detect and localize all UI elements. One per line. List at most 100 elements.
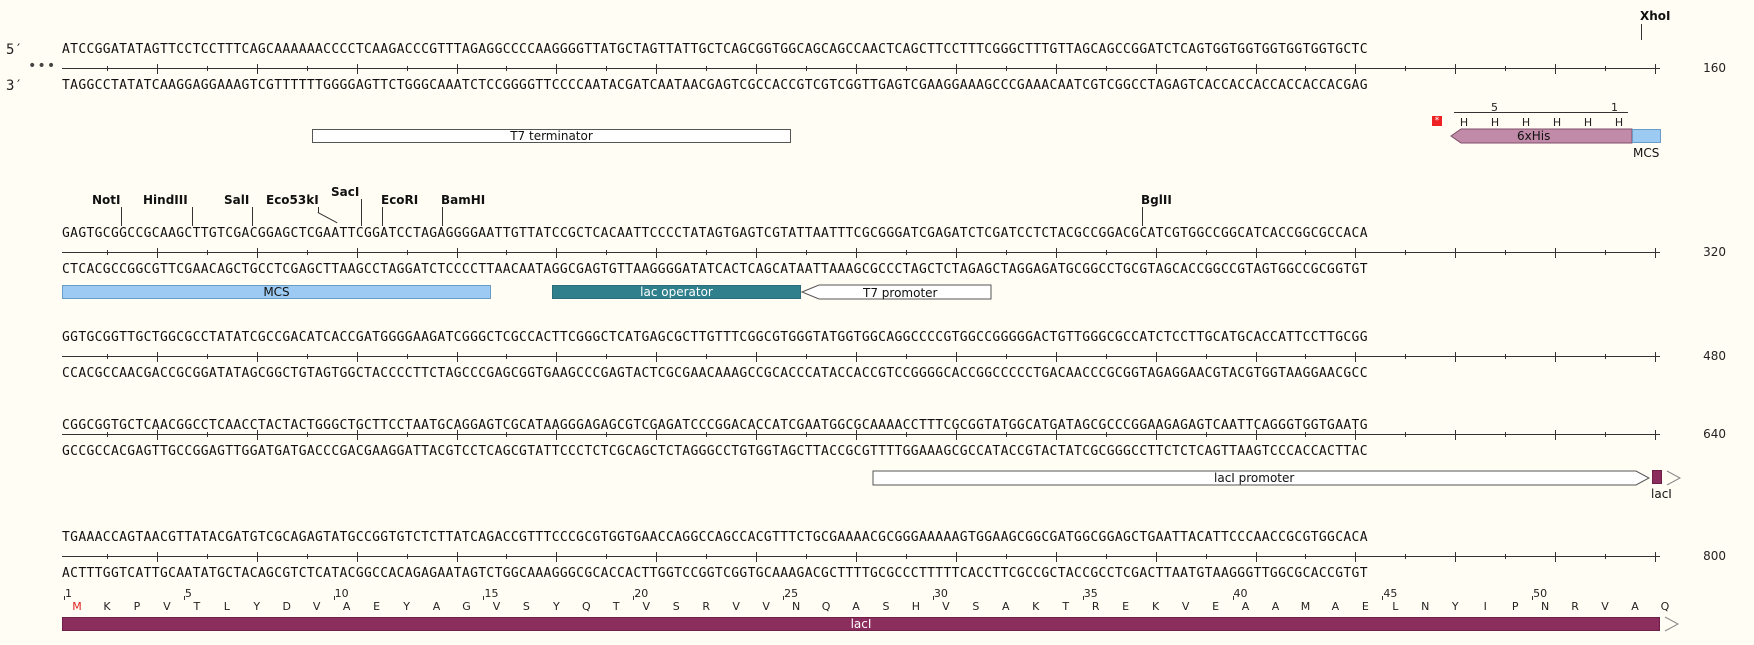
ruler-tick [206, 66, 208, 71]
site-xhoi[interactable]: XhoI [1640, 9, 1671, 23]
ruler-tick [1405, 354, 1407, 359]
feature-laci[interactable]: lacI [62, 617, 1660, 631]
ruler-tick [456, 430, 458, 440]
ruler-tick [1505, 66, 1507, 71]
ruler-tick [406, 432, 408, 437]
ruler-tick [356, 64, 358, 74]
ruler-tick [606, 250, 608, 255]
ruler-tick [1305, 554, 1307, 559]
laci-residue-number: 20 [634, 587, 649, 600]
laci-residue: V [492, 600, 501, 613]
laci-number-tick [633, 596, 635, 600]
feature-mcs[interactable]: MCS [62, 285, 491, 299]
ruler-tick [556, 64, 558, 74]
ruler-tick [156, 430, 158, 440]
more-sequence-indicator[interactable]: ••• [28, 58, 56, 74]
ruler-tick [256, 352, 258, 362]
ruler-tick [1505, 354, 1507, 359]
laci-residue: T [1062, 600, 1070, 613]
ruler-tick [905, 66, 907, 71]
bottom-strand[interactable]: ACTTTGGTCATTGCAATATGCTACAGCGTCTCATACGGCC… [62, 566, 1660, 582]
site-noti[interactable]: NotI [92, 193, 121, 207]
ruler-tick [756, 552, 758, 562]
ruler-tick [1255, 248, 1257, 258]
laci-residue: K [103, 600, 111, 613]
bottom-strand[interactable]: GCCGCCACGAGTTGCCGGAGTTGGATGATGACCCGACGAA… [62, 444, 1660, 460]
ruler-tick [706, 554, 708, 559]
site-saci-marker [361, 199, 362, 226]
laci-residue: N [1421, 600, 1430, 613]
ruler-tick [1105, 354, 1107, 359]
laci-residue-number: 50 [1533, 587, 1548, 600]
ruler-tick [556, 552, 558, 562]
ruler-tick [506, 250, 508, 255]
bottom-strand[interactable]: CCACGCCAACGACCGCGGATATAGCGGCTGTAGTGGCTAC… [62, 366, 1660, 382]
laci-residue: S [972, 600, 980, 613]
ruler-tick [506, 554, 508, 559]
ruler-tick [156, 64, 158, 74]
top-strand[interactable]: GAGTGCGGCCGCAAGCTTGTCGACGGAGCTCGAATTCGGA… [62, 226, 1660, 242]
ruler-tick [1105, 554, 1107, 559]
feature-mcs-end[interactable] [1632, 129, 1661, 143]
laci-number-tick [333, 596, 335, 600]
ruler-tick [206, 354, 208, 359]
site-bglii[interactable]: BglII [1141, 193, 1172, 207]
ruler-tick [905, 354, 907, 359]
laci-residue: R [1091, 600, 1100, 613]
sequence-ruler [62, 552, 1660, 562]
top-strand[interactable]: ATCCGGATATAGTTCCTCCTTTCAGCAAAAAACCCCTCAA… [62, 42, 1660, 58]
laci-residue-number: 5 [184, 587, 192, 600]
site-eco53ki-connector [317, 212, 338, 224]
laci-residue: V [312, 600, 321, 613]
site-eco53ki[interactable]: Eco53kI [266, 193, 319, 207]
site-bamhi[interactable]: BamHI [441, 193, 485, 207]
laci-residue: P [1511, 600, 1519, 613]
ruler-tick [756, 64, 758, 74]
ruler-tick [456, 552, 458, 562]
site-hindiii[interactable]: HindIII [143, 193, 188, 207]
laci-residue: V [642, 600, 651, 613]
site-saci[interactable]: SacI [331, 185, 359, 199]
laci-residue: I [1483, 600, 1487, 613]
bottom-strand[interactable]: TAGGCCTATATCAAGGAGGAAAGTCGTTTTTTGGGGAGTT… [62, 78, 1660, 94]
ruler-tick [656, 64, 658, 74]
ruler-tick [756, 248, 758, 258]
site-sali[interactable]: SalI [224, 193, 249, 207]
laci-residue: E [1361, 600, 1369, 613]
ruler-tick [1455, 430, 1457, 440]
ruler-tick [556, 248, 558, 258]
site-ecori[interactable]: EcoRI [381, 193, 418, 207]
ruler-tick [1605, 66, 1607, 71]
laci-residue-number: 1 [65, 587, 72, 600]
ruler-tick [406, 66, 408, 71]
ruler-tick [1405, 554, 1407, 559]
feature-6xhis-label: 6xHis [1517, 129, 1551, 143]
laci-residue-number: 30 [933, 587, 948, 600]
sequence-ruler [62, 430, 1660, 440]
ruler-tick [1405, 66, 1407, 71]
ruler-tick [1155, 430, 1157, 440]
site-noti-marker [121, 207, 122, 226]
ruler-tick [206, 554, 208, 559]
feature-lac-operator[interactable]: lac operator [552, 285, 801, 299]
ruler-tick [1555, 64, 1557, 74]
ruler-tick [1605, 432, 1607, 437]
his-number-5: 5 [1491, 101, 1498, 114]
feature-laci-start[interactable] [1652, 470, 1662, 484]
ruler-tick [1655, 430, 1656, 440]
laci-number-tick [1532, 596, 1534, 600]
top-strand[interactable]: TGAAACCAGTAACGTTATACGATGTCGCAGAGTATGCCGG… [62, 530, 1660, 546]
laci-residue-number: 25 [784, 587, 799, 600]
laci-residue: Q [821, 600, 831, 613]
laci-residue: E [1212, 600, 1220, 613]
ruler-tick [1105, 66, 1107, 71]
laci-residue: P [133, 600, 141, 613]
top-strand[interactable]: GGTGCGGTTGCTGGCGCCTATATCGCCGACATCACCGATG… [62, 330, 1660, 346]
ruler-tick [1155, 248, 1157, 258]
stop-codon-marker[interactable]: * [1432, 116, 1442, 126]
laci-number-tick [183, 596, 185, 600]
ruler-tick [1605, 554, 1607, 559]
feature-t7-terminator[interactable]: T7 terminator [312, 129, 791, 143]
bottom-strand[interactable]: CTCACGCCGGCGTTCGAACAGCTGCCTCGAGCTTAAGCCT… [62, 262, 1660, 278]
laci-residue: E [373, 600, 381, 613]
